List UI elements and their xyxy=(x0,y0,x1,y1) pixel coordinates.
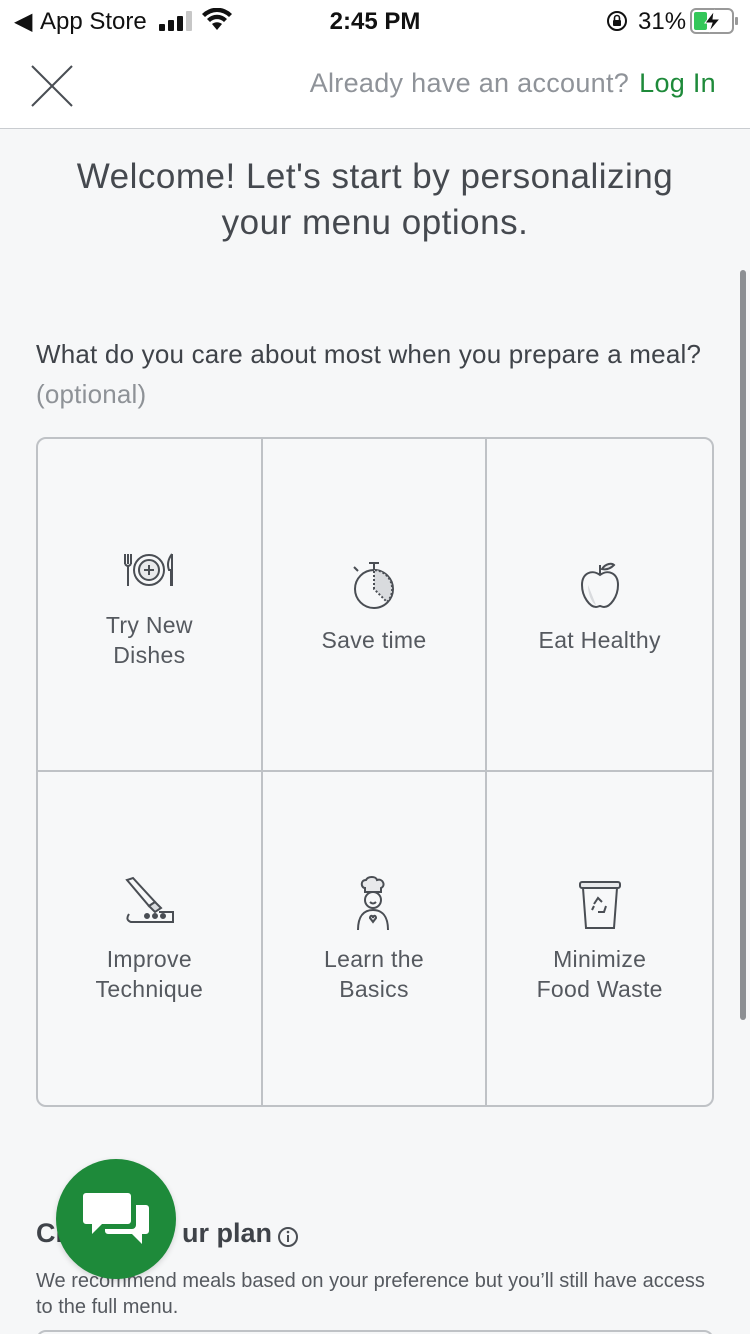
close-icon[interactable] xyxy=(28,62,76,110)
option-label: Improve Technique xyxy=(95,945,204,1002)
option-learn-the-basics[interactable]: Learn the Basics xyxy=(263,772,488,1105)
chat-bubbles-icon xyxy=(83,1193,149,1244)
option-eat-healthy[interactable]: Eat Healthy xyxy=(487,439,712,772)
rotation-lock-icon xyxy=(607,11,627,31)
option-label: Minimize Food Waste xyxy=(536,945,663,1002)
welcome-line-2: your menu options. xyxy=(221,203,529,242)
knife-board-icon xyxy=(125,876,175,923)
plan-title-right: ur plan xyxy=(182,1218,273,1248)
option-label: Eat Healthy xyxy=(538,626,661,653)
plan-options-box[interactable] xyxy=(36,1330,714,1334)
stopwatch-icon xyxy=(353,561,394,609)
info-icon[interactable] xyxy=(277,1226,299,1248)
chef-icon xyxy=(356,875,389,930)
battery-charging-icon xyxy=(690,8,738,34)
apple-icon xyxy=(580,562,619,608)
option-label: Save time xyxy=(321,626,427,653)
welcome-heading: Welcome! Let's start by personalizing yo… xyxy=(40,154,710,246)
scrollbar[interactable] xyxy=(740,270,746,1020)
top-header: Already have an account? Log In xyxy=(0,44,750,129)
question-main: What do you care about most when you pre… xyxy=(36,339,702,369)
option-try-new-dishes[interactable]: Try New Dishes xyxy=(38,439,263,772)
login-link[interactable]: Log In xyxy=(639,68,716,98)
chat-button[interactable] xyxy=(56,1159,176,1279)
recycle-bin-icon xyxy=(578,880,621,929)
account-prompt-text: Already have an account? xyxy=(309,68,630,98)
option-label: Learn the Basics xyxy=(324,945,424,1002)
account-prompt: Already have an account? Log In xyxy=(310,68,716,99)
battery-percent: 31% xyxy=(638,8,687,35)
welcome-line-1: Welcome! Let's start by personalizing xyxy=(76,157,674,196)
plate-cutlery-icon xyxy=(124,552,174,586)
option-label: Try New Dishes xyxy=(105,611,193,668)
status-bar: ◀ App Store 2:45 PM 31% xyxy=(0,0,750,44)
option-improve-technique[interactable]: Improve Technique xyxy=(38,772,263,1105)
preference-grid: Try New Dishes Save time Eat Healthy Imp… xyxy=(36,437,714,1107)
plan-description: We recommend meals based on your prefere… xyxy=(36,1270,705,1318)
question-optional: (optional) xyxy=(36,379,147,409)
option-minimize-food-waste[interactable]: Minimize Food Waste xyxy=(487,772,712,1105)
question-text: What do you care about most when you pre… xyxy=(36,334,716,414)
option-save-time[interactable]: Save time xyxy=(262,439,488,772)
